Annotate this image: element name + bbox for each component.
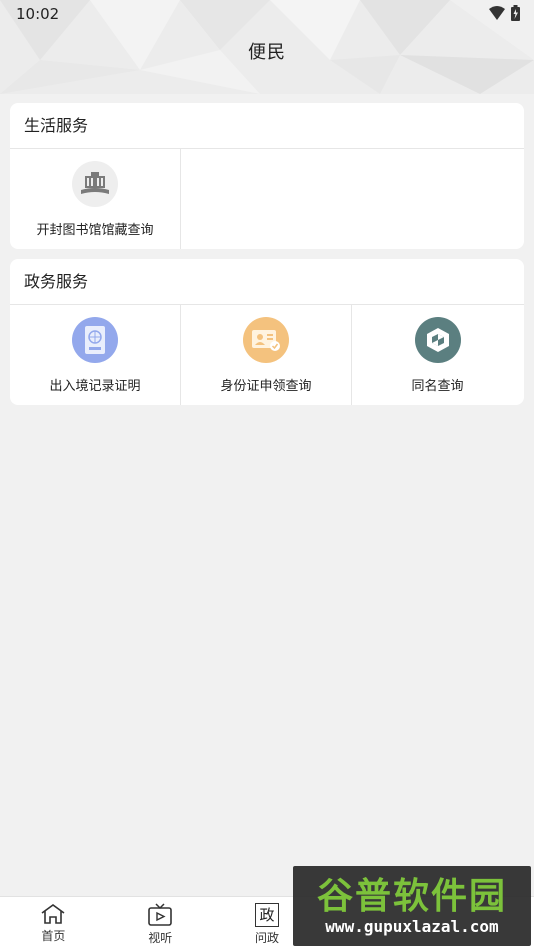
passport-icon [72, 317, 118, 363]
home-icon [41, 904, 65, 924]
status-time: 10:02 [16, 5, 60, 23]
tab-label: 视听 [148, 931, 173, 945]
service-id-card-query[interactable]: 身份证申领查询 [181, 305, 352, 405]
section-life-services: 生活服务 开封图书馆馆藏查询 [10, 103, 524, 249]
section-title: 政务服务 [10, 259, 524, 305]
service-grid: 开封图书馆馆藏查询 [10, 149, 524, 249]
tab-label: 问政 [254, 931, 279, 945]
empty-cell [181, 149, 524, 249]
header: 10:02 便民 [0, 0, 534, 94]
video-icon [148, 903, 172, 926]
service-library-query[interactable]: 开封图书馆馆藏查询 [10, 149, 181, 249]
zheng-glyph: 政 [259, 905, 275, 924]
shield-icon [414, 317, 461, 363]
id-card-icon [243, 317, 289, 363]
library-icon [72, 161, 118, 207]
wifi-icon [489, 6, 505, 20]
zheng-icon: 政 [254, 903, 279, 927]
tab-home[interactable]: 首页 [0, 897, 107, 950]
screen: 10:02 便民 生活服务 开封图书馆馆藏查询 政务服务 出入境记录证明 身份证… [0, 0, 534, 950]
section-title: 生活服务 [10, 103, 524, 149]
page-title: 便民 [248, 42, 286, 63]
tab-label: 首页 [41, 929, 66, 943]
service-grid: 出入境记录证明 身份证申领查询 同名查询 [10, 305, 524, 405]
status-icons [489, 5, 520, 21]
service-label: 开封图书馆馆藏查询 [36, 223, 154, 238]
service-label: 同名查询 [411, 379, 464, 394]
watermark: 谷普软件园 www.gupuxlazal.com [293, 866, 531, 946]
section-government-services: 政务服务 出入境记录证明 身份证申领查询 同名查询 [10, 259, 524, 405]
battery-icon [511, 5, 520, 21]
service-label: 身份证申领查询 [220, 379, 312, 394]
watermark-url: www.gupuxlazal.com [325, 916, 499, 936]
service-same-name-query[interactable]: 同名查询 [352, 305, 523, 405]
tab-video[interactable]: 视听 [107, 897, 214, 950]
service-label: 出入境记录证明 [49, 379, 141, 394]
service-exit-entry-record[interactable]: 出入境记录证明 [10, 305, 181, 405]
watermark-title: 谷普软件园 [316, 875, 507, 917]
